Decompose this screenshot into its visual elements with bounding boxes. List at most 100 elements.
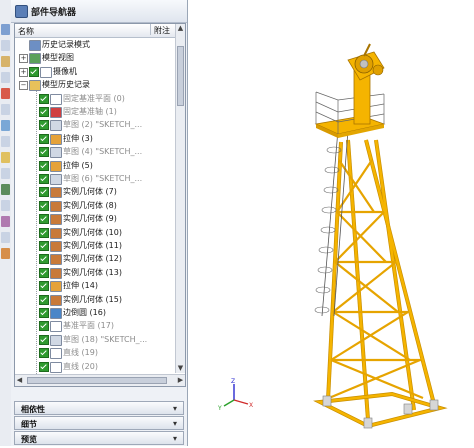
tree-row[interactable]: 拉伸 (5) — [15, 159, 173, 172]
visibility-checkbox[interactable] — [39, 308, 49, 318]
visibility-checkbox[interactable] — [39, 160, 49, 171]
process-studio-tab-icon[interactable] — [1, 136, 10, 147]
tree-row[interactable]: 直线 (19) — [15, 346, 173, 360]
chevron-down-icon[interactable]: ▾ — [173, 404, 177, 413]
tree-row-label: 固定基准平面 (0) — [63, 93, 125, 103]
visibility-checkbox[interactable] — [39, 147, 49, 158]
visibility-checkbox[interactable] — [39, 294, 49, 305]
tree-row[interactable]: 实例几何体 (10) — [15, 226, 173, 239]
visibility-checkbox[interactable] — [39, 281, 49, 292]
visibility-checkbox[interactable] — [39, 321, 49, 332]
tree-row-label: 固定基准轴 (1) — [63, 107, 117, 116]
tree-row[interactable]: 实例几何体 (11) — [15, 239, 173, 252]
tree-row-label: 历史记录模式 — [42, 40, 90, 49]
visibility-checkbox[interactable] — [39, 187, 49, 198]
web-browser-tab-icon[interactable] — [1, 104, 10, 115]
panel-details[interactable]: 细节 ▾ — [14, 416, 184, 430]
constraint-navigator-tab-icon[interactable] — [1, 56, 10, 67]
roles-tab-icon[interactable] — [1, 152, 10, 163]
tree-row[interactable]: 基准平面 (17) — [15, 319, 173, 333]
vertical-scroll-thumb[interactable] — [177, 46, 184, 106]
collapse-icon[interactable]: − — [19, 81, 28, 91]
chevron-down-icon[interactable]: ▾ — [173, 419, 177, 428]
tree-row-label: 直线 (20) — [63, 361, 98, 371]
system-materials-tab-icon[interactable] — [1, 120, 10, 131]
visibility-checkbox[interactable] — [39, 200, 49, 211]
scroll-left-arrow-icon[interactable]: ◀ — [15, 376, 24, 385]
tree-row[interactable]: 拉伸 (3) — [15, 132, 173, 145]
axis-z-label: Z — [231, 378, 235, 385]
visibility-checkbox[interactable] — [39, 348, 49, 359]
axis-y-label: Y — [217, 405, 222, 412]
visibility-checkbox[interactable] — [39, 361, 49, 372]
tree-row[interactable]: 实例几何体 (15) — [15, 293, 173, 306]
tree-row[interactable]: 边倒圆 (16) — [15, 306, 173, 319]
panel-dependencies[interactable]: 相依性 ▾ — [14, 401, 184, 415]
tree-horizontal-scrollbar[interactable]: ◀ ▶ — [15, 374, 185, 386]
column-name-header[interactable]: 名称 — [18, 26, 34, 37]
edge-blend-icon — [50, 308, 62, 319]
tree-row[interactable]: 草图 (2) "SKETCH_... — [15, 118, 173, 132]
visibility-checkbox[interactable] — [39, 93, 49, 104]
visibility-checkbox[interactable] — [39, 120, 49, 131]
cam-tab-icon[interactable] — [1, 216, 10, 227]
scroll-right-arrow-icon[interactable]: ▶ — [176, 376, 185, 385]
visibility-checkbox[interactable] — [39, 267, 49, 278]
visibility-checkbox[interactable] — [29, 66, 39, 77]
axis-x-label: X — [249, 402, 253, 409]
extrude-icon — [50, 281, 62, 293]
visibility-checkbox[interactable] — [39, 241, 49, 251]
expand-icon[interactable]: + — [19, 54, 28, 64]
part-navigator-tab-icon[interactable] — [1, 24, 10, 35]
graphics-window[interactable]: Z X Y — [114, 0, 474, 446]
panel-preview[interactable]: 预览 ▾ — [14, 431, 184, 445]
tree-row-label: 实例几何体 (7) — [63, 187, 117, 197]
chevron-down-icon[interactable]: ▾ — [173, 434, 177, 443]
visibility-checkbox[interactable] — [39, 227, 49, 238]
visibility-checkbox[interactable] — [39, 254, 49, 265]
visibility-checkbox[interactable] — [39, 334, 49, 345]
tree-row[interactable]: 直线 (20) — [15, 360, 173, 373]
sketch-icon — [50, 334, 62, 346]
tree-row[interactable]: 草图 (18) "SKETCH_... — [15, 333, 173, 346]
reuse-library-tab-icon[interactable] — [1, 72, 10, 83]
scroll-down-arrow-icon[interactable]: ▼ — [176, 364, 185, 373]
tree-row-label: 边倒圆 (16) — [63, 308, 106, 317]
tree-row[interactable]: 实例几何体 (12) — [15, 252, 173, 266]
tree-row[interactable]: 实例几何体 (9) — [15, 212, 173, 226]
tree-row[interactable]: − 模型历史记录 — [15, 78, 173, 92]
tree-row[interactable]: 拉伸 (14) — [15, 279, 173, 293]
tree-row[interactable]: 草图 (6) "SKETCH_... — [15, 172, 173, 185]
tree-row[interactable]: 固定基准平面 (0) — [15, 92, 173, 105]
tree-row[interactable]: 实例几何体 (8) — [15, 199, 173, 212]
horizontal-scroll-thumb[interactable] — [27, 377, 167, 384]
tree-row-label: 模型历史记录 — [42, 80, 90, 90]
tree-row[interactable]: + 模型视图 — [15, 51, 173, 65]
tree-row-label: 草图 (6) "SKETCH_... — [63, 174, 143, 183]
tree-vertical-scrollbar[interactable]: ▲ ▼ — [175, 24, 185, 373]
visibility-checkbox[interactable] — [39, 107, 49, 117]
scroll-up-arrow-icon[interactable]: ▲ — [176, 24, 185, 33]
hd3d-tools-tab-icon[interactable] — [1, 200, 10, 211]
visibility-checkbox[interactable] — [39, 174, 49, 184]
tree-row[interactable]: 草图 (4) "SKETCH_... — [15, 145, 173, 159]
visibility-checkbox[interactable] — [39, 214, 49, 225]
history-tab-icon[interactable] — [1, 88, 10, 99]
tree-row[interactable]: 固定基准轴 (1) — [15, 105, 173, 118]
expand-icon[interactable]: + — [19, 67, 28, 77]
extrude-icon — [50, 133, 62, 145]
wcs-triad-icon: Z X Y — [114, 378, 253, 412]
tree-row[interactable]: 实例几何体 (7) — [15, 185, 173, 199]
column-attach-header[interactable]: 附注 — [150, 24, 170, 35]
navigator-tree[interactable]: 名称 附注 历史记录模式 + 模型视图 + 摄像机 − 模型历史记录固定基准平面 (0) 固定… — [14, 23, 186, 387]
misc-tab-icon[interactable] — [1, 248, 10, 259]
tower-crane-model: Z X Y — [114, 43, 448, 429]
tree-row[interactable]: 历史记录模式 — [15, 38, 173, 51]
visibility-checkbox[interactable] — [39, 133, 49, 144]
tree-row[interactable]: 实例几何体 (13) — [15, 266, 173, 279]
internet-explorer-tab-icon[interactable] — [1, 232, 10, 243]
palette-tab-icon[interactable] — [1, 184, 10, 195]
assembly-navigator-tab-icon[interactable] — [1, 40, 10, 51]
tree-row[interactable]: + 摄像机 — [15, 65, 173, 78]
system-scenes-tab-icon[interactable] — [1, 168, 10, 179]
